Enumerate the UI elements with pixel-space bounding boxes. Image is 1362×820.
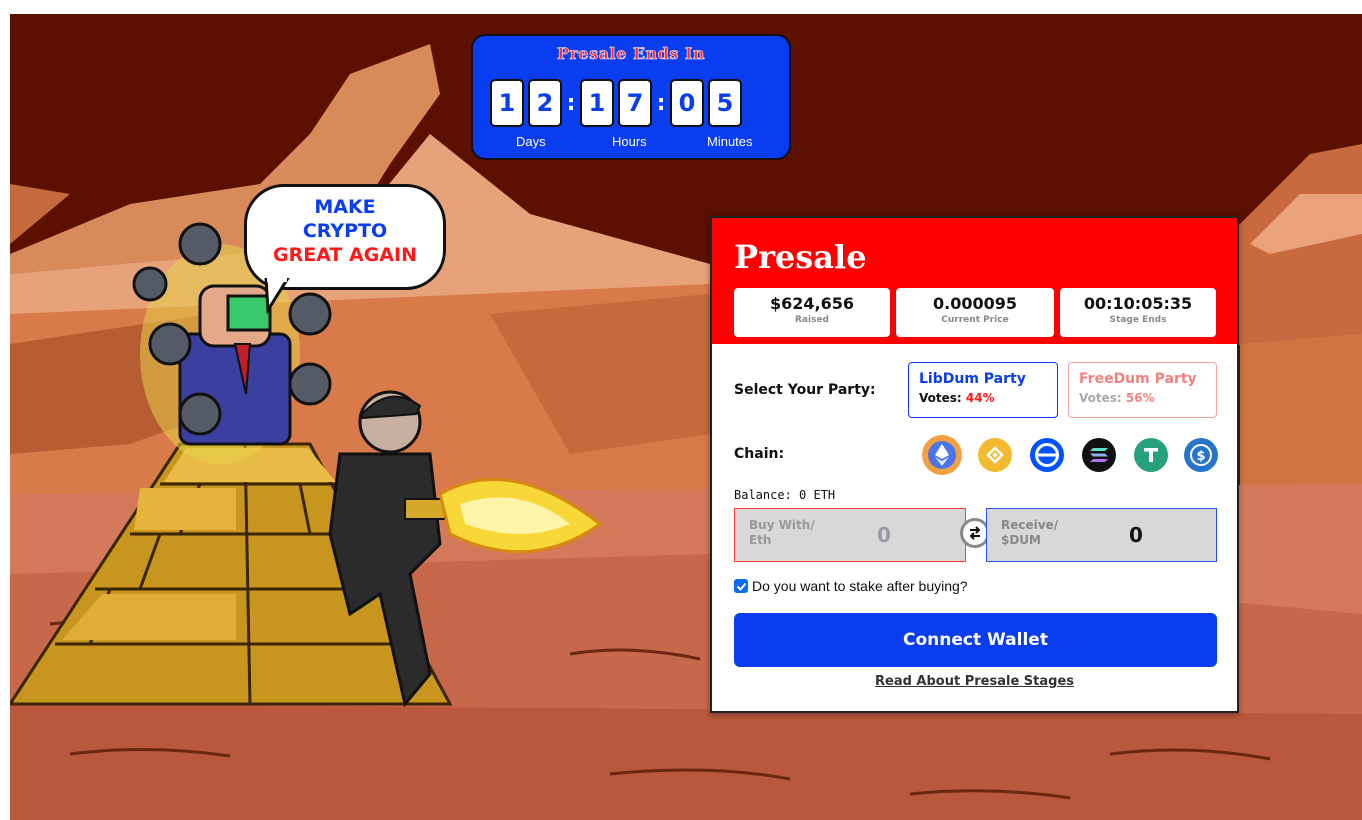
presale-header: Presale $624,656 Raised 0.000095 Current…	[712, 218, 1237, 344]
stake-checkbox[interactable]	[734, 579, 748, 593]
current-price-value: 0.000095	[932, 294, 1017, 313]
bubble-line-1: MAKE	[314, 196, 376, 218]
stage-ends-label: Stage Ends	[1109, 315, 1167, 325]
libdum-votes: Votes: 44%	[919, 391, 1047, 405]
days-digit-2: 2	[528, 79, 562, 127]
colon-separator: :	[656, 90, 666, 116]
minutes-label: Minutes	[707, 134, 753, 149]
bnb-icon[interactable]	[978, 438, 1012, 472]
countdown-digits: 1 2 : 1 7 : 0 5	[490, 78, 746, 128]
receive-amount: 0	[1129, 523, 1143, 547]
current-price-label: Current Price	[941, 315, 1009, 325]
presale-panel: Presale $624,656 Raised 0.000095 Current…	[710, 216, 1239, 713]
stat-stage-ends: 00:10:05:35 Stage Ends	[1060, 288, 1216, 337]
freedum-votes-label: Votes:	[1079, 391, 1122, 405]
svg-text:$: $	[1196, 449, 1205, 464]
usdc-icon[interactable]: $	[1184, 438, 1218, 472]
buy-label-line2: Eth	[749, 533, 772, 547]
presale-countdown: Presale Ends In 1 2 : 1 7 : 0 5 Days Hou…	[471, 34, 791, 160]
stake-label: Do you want to stake after buying?	[752, 578, 968, 594]
stat-current-price: 0.000095 Current Price	[896, 288, 1054, 337]
days-digit-1: 1	[490, 79, 524, 127]
stake-option[interactable]: Do you want to stake after buying?	[734, 578, 968, 594]
hours-digit-1: 1	[580, 79, 614, 127]
minutes-digit-2: 5	[708, 79, 742, 127]
raised-value: $624,656	[769, 294, 854, 313]
speech-bubble: MAKE CRYPTO GREAT AGAIN	[244, 184, 446, 290]
ethereum-icon[interactable]	[922, 435, 962, 475]
solana-icon[interactable]	[1082, 438, 1116, 472]
receive-label-line1: Receive/	[1001, 518, 1059, 532]
buy-label: Buy With/ Eth	[749, 518, 815, 548]
select-party-label: Select Your Party:	[734, 382, 876, 398]
freedum-party-name: FreeDum Party	[1079, 371, 1197, 387]
tether-icon[interactable]	[1134, 438, 1168, 472]
bubble-line-2: CRYPTO	[302, 220, 388, 242]
colon-separator: :	[566, 90, 576, 116]
libdum-votes-label: Votes:	[919, 391, 962, 405]
freedum-votes: Votes: 56%	[1079, 391, 1206, 405]
buy-label-line1: Buy With/	[749, 518, 815, 532]
receive-label-line2: $DUM	[1001, 533, 1041, 547]
hours-label: Hours	[612, 134, 647, 149]
days-label: Days	[516, 134, 546, 149]
libdum-party-name: LibDum Party	[919, 371, 1026, 387]
receive-input[interactable]: Receive/ $DUM 0	[986, 508, 1217, 562]
presale-title: Presale	[734, 238, 867, 276]
swap-icon	[969, 526, 981, 540]
receive-label: Receive/ $DUM	[1001, 518, 1058, 548]
other-chain-icon[interactable]	[1030, 438, 1064, 472]
balance-text: Balance: 0 ETH	[734, 488, 836, 502]
bubble-line-3: GREAT AGAIN	[273, 244, 417, 266]
connect-wallet-button[interactable]: Connect Wallet	[734, 613, 1217, 667]
countdown-title: Presale Ends In	[556, 44, 706, 64]
libdum-votes-value: 44%	[965, 391, 995, 405]
freedum-party-option[interactable]: FreeDum Party Votes: 56%	[1068, 362, 1217, 418]
freedum-votes-value: 56%	[1125, 391, 1155, 405]
chain-label: Chain:	[734, 446, 785, 462]
buy-input[interactable]: Buy With/ Eth 0	[734, 508, 966, 562]
checkmark-icon	[736, 582, 746, 591]
stat-raised: $624,656 Raised	[734, 288, 890, 337]
countdown-labels: Days Hours Minutes	[473, 134, 789, 152]
buy-amount: 0	[877, 523, 891, 547]
read-presale-stages-link[interactable]: Read About Presale Stages	[712, 674, 1237, 689]
bubble-tail	[264, 278, 290, 314]
minutes-digit-1: 0	[670, 79, 704, 127]
libdum-party-option[interactable]: LibDum Party Votes: 44%	[908, 362, 1058, 418]
stage-ends-value: 00:10:05:35	[1083, 294, 1193, 313]
raised-label: Raised	[795, 315, 829, 325]
hours-digit-2: 7	[618, 79, 652, 127]
